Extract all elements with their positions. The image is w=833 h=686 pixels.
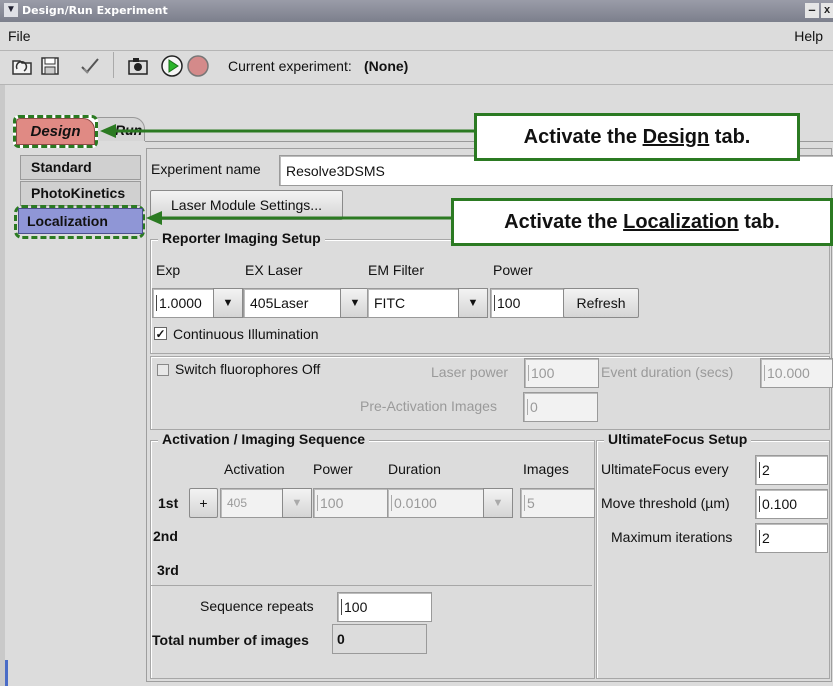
localization-callout: Activate the Localization tab. xyxy=(451,198,833,246)
callout-arrows xyxy=(100,124,474,225)
design-callout: Activate the Design tab. xyxy=(474,113,800,161)
